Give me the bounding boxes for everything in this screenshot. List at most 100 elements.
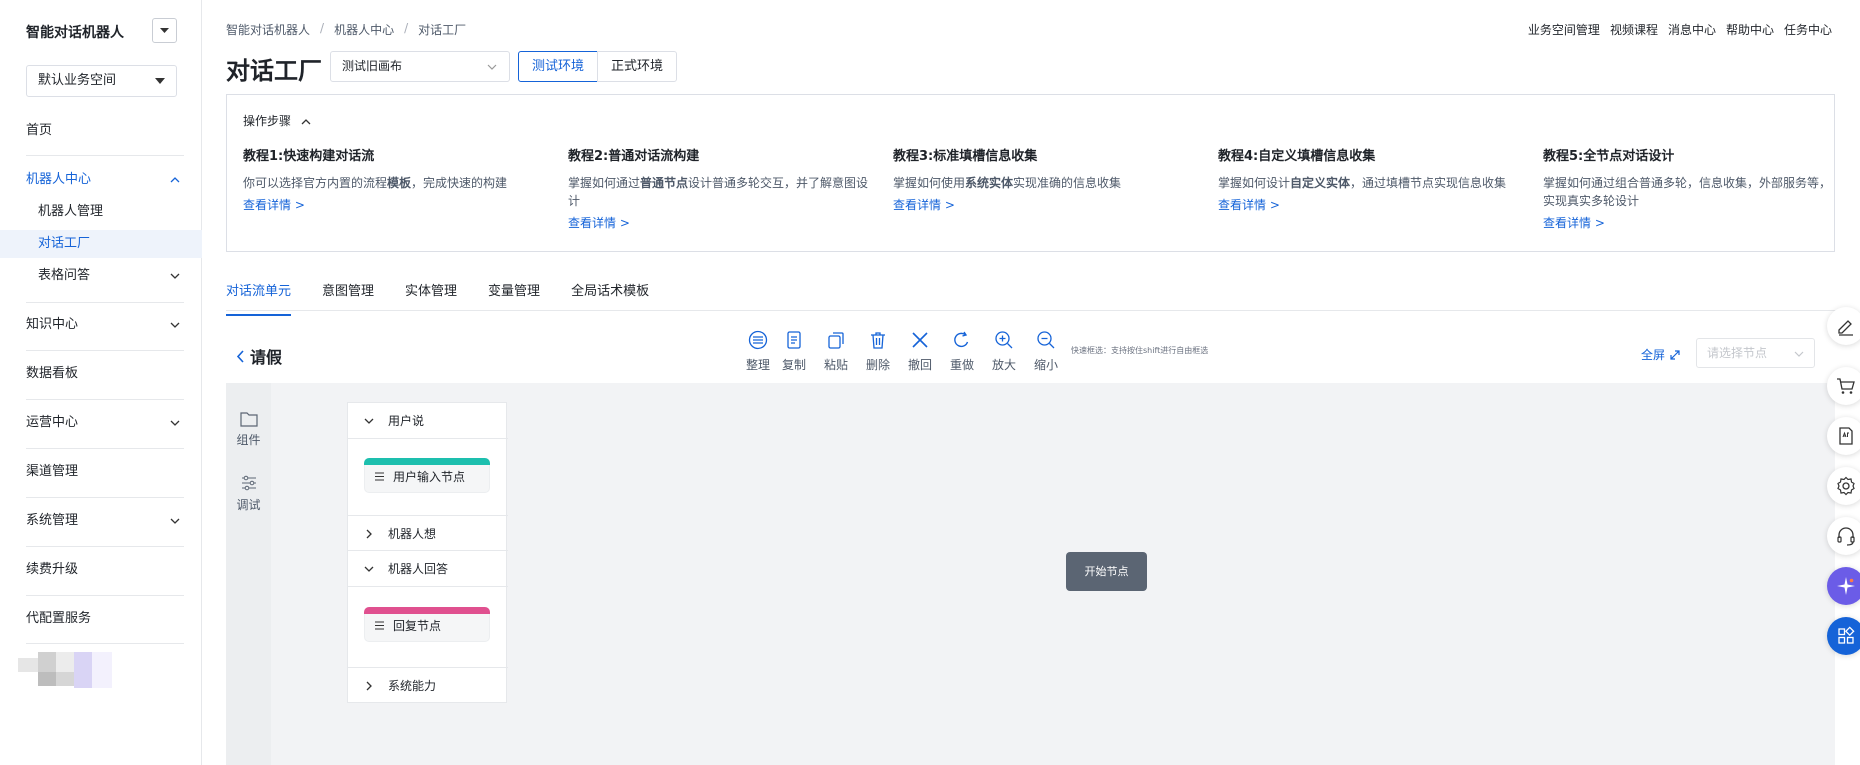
tutorial-card-title: 教程4:自定义填槽信息收集	[1218, 149, 1376, 164]
caret-down-icon	[155, 78, 165, 84]
palette-section-robot-replies[interactable]: 机器人回答	[348, 551, 508, 587]
tutorial-card-desc: 掌握如何设计自定义实体，通过填槽节点实现信息收集	[1218, 176, 1507, 190]
top-link-help[interactable]: 帮助中心	[1726, 21, 1774, 38]
tutorial-card-title: 教程3:标准填槽信息收集	[893, 149, 1038, 164]
sidebar-item-config-service[interactable]: 代配置服务	[0, 605, 202, 633]
chevron-right-icon	[366, 681, 372, 691]
cart-float-button[interactable]	[1827, 367, 1860, 405]
breadcrumb-item: 对话工厂	[418, 23, 467, 37]
redo-button[interactable]: 重做	[944, 327, 980, 373]
chevron-down-icon	[364, 566, 374, 572]
sidebar-item-knowledge[interactable]: 知识中心	[0, 311, 202, 339]
copy-button[interactable]: 复制	[776, 327, 812, 373]
tutorial-card-link[interactable]: 查看详情 >	[1543, 214, 1833, 231]
chevron-down-icon	[364, 418, 374, 424]
tutorial-card-desc: 你可以选择官方内置的流程模板，完成快速的构建	[243, 176, 508, 190]
sidebar-item-renew[interactable]: 续费升级	[0, 556, 202, 584]
breadcrumb-item[interactable]: 机器人中心	[334, 21, 394, 38]
sidebar-collapse-button[interactable]	[152, 18, 177, 43]
sidebar-item-home[interactable]: 首页	[0, 117, 202, 145]
start-node[interactable]: 开始节点	[1066, 552, 1147, 591]
tutorial-card-title: 教程5:全节点对话设计	[1543, 149, 1675, 164]
caret-down-icon	[160, 28, 169, 33]
delete-button[interactable]: 删除	[860, 327, 896, 373]
tutorial-card-link[interactable]: 查看详情 >	[568, 214, 878, 231]
tutorial-card-link[interactable]: 查看详情 >	[893, 196, 1203, 213]
component-tool[interactable]: 组件	[226, 411, 271, 448]
sidebar-item-table-qa[interactable]: 表格问答	[0, 262, 202, 290]
top-link-workspace[interactable]: 业务空间管理	[1528, 21, 1600, 38]
top-link-video[interactable]: 视频课程	[1610, 21, 1658, 38]
avatar	[18, 652, 118, 688]
undo-button[interactable]: 撤回	[902, 327, 938, 373]
sidebar-item-dashboard[interactable]: 数据看板	[0, 360, 202, 388]
ai-assistant-float-button[interactable]	[1827, 567, 1860, 605]
api-doc-icon	[1839, 427, 1853, 445]
node-select[interactable]: 请选择节点	[1696, 338, 1815, 368]
app-title: 智能对话机器人	[26, 25, 124, 41]
canvas-select-value: 测试旧画布	[342, 59, 403, 73]
settings-float-button[interactable]	[1827, 467, 1860, 505]
redo-icon	[954, 331, 969, 348]
sidebar-item-operations[interactable]: 运营中心	[0, 409, 202, 437]
paste-button[interactable]: 粘贴	[818, 327, 854, 373]
quick-select-hint: 快速框选：支持按住shift进行自由框选	[1071, 346, 1209, 355]
tutorial-heading: 操作步骤	[243, 114, 292, 128]
top-link-messages[interactable]: 消息中心	[1668, 21, 1716, 38]
workspace-select[interactable]: 默认业务空间	[26, 65, 177, 97]
apps-float-button[interactable]	[1827, 617, 1860, 655]
tutorial-card-link[interactable]: 查看详情 >	[243, 196, 553, 213]
palette-section-user-says[interactable]: 用户说	[348, 403, 508, 439]
zoom-out-button[interactable]: 缩小	[1028, 327, 1064, 373]
zoom-in-icon	[995, 331, 1013, 349]
chevron-down-icon	[487, 64, 497, 70]
sidebar: 智能对话机器人 默认业务空间 首页 机器人中心 机器人管理 对话工厂 表格问答 …	[0, 0, 202, 765]
organize-button[interactable]: 整理	[740, 327, 776, 373]
tutorial-card-title: 教程1:快速构建对话流	[243, 149, 375, 164]
node-palette: 用户说 用户输入节点 机器人想 机器人回答 回复节点 系统能力	[347, 402, 508, 703]
folder-icon	[239, 412, 258, 427]
chevron-down-icon	[170, 420, 180, 426]
tutorial-card: 教程2:普通对话流构建 掌握如何通过普通节点设计普通多轮交互，并了解意图设计 查…	[568, 145, 878, 231]
fullscreen-button[interactable]: 全屏	[1641, 346, 1680, 363]
user-input-node[interactable]: 用户输入节点	[364, 458, 490, 493]
canvas-select[interactable]: 测试旧画布	[330, 51, 510, 82]
env-test-button[interactable]: 测试环境	[518, 51, 598, 82]
env-prod-button[interactable]: 正式环境	[597, 51, 677, 82]
tutorial-card-link[interactable]: 查看详情 >	[1218, 196, 1528, 213]
flow-toolbar: 整理 复制 粘贴 删除 撤回 重做 放大 缩小 快速框选：支持按住shift进行…	[740, 327, 1210, 383]
chevron-down-icon	[170, 273, 180, 279]
tutorial-toggle[interactable]: 操作步骤	[243, 112, 311, 129]
palette-section-system-ability[interactable]: 系统能力	[348, 667, 508, 703]
sidebar-item-dialog-factory[interactable]: 对话工厂	[0, 230, 202, 258]
chevron-down-icon	[170, 518, 180, 524]
copy-icon	[787, 331, 801, 349]
sidebar-item-system[interactable]: 系统管理	[0, 507, 202, 535]
sidebar-item-robot-manage[interactable]: 机器人管理	[0, 198, 202, 226]
api-float-button[interactable]	[1827, 417, 1860, 455]
chevron-down-icon	[1794, 351, 1804, 357]
paste-icon	[828, 332, 844, 349]
sidebar-item-channels[interactable]: 渠道管理	[0, 458, 202, 486]
expand-icon	[1670, 349, 1680, 360]
breadcrumb-item[interactable]: 智能对话机器人	[226, 21, 310, 38]
flow-back-button[interactable]: 请假	[236, 344, 282, 368]
drag-handle-icon	[375, 621, 384, 630]
tutorial-card-desc: 掌握如何通过普通节点设计普通多轮交互，并了解意图设计	[568, 176, 869, 208]
palette-section-robot-thinks[interactable]: 机器人想	[348, 515, 508, 551]
edit-float-button[interactable]	[1827, 307, 1860, 345]
tutorial-card-desc: 掌握如何使用系统实体实现准确的信息收集	[893, 176, 1122, 190]
page-title: 对话工厂	[226, 57, 322, 85]
workspace-select-value: 默认业务空间	[38, 73, 117, 88]
reply-node[interactable]: 回复节点	[364, 607, 490, 642]
support-float-button[interactable]	[1827, 517, 1860, 555]
gear-icon	[1837, 476, 1855, 496]
flow-name: 请假	[250, 348, 283, 367]
tutorial-card: 教程3:标准填槽信息收集 掌握如何使用系统实体实现准确的信息收集 查看详情 >	[893, 145, 1203, 213]
top-link-tasks[interactable]: 任务中心	[1784, 21, 1832, 38]
delete-icon	[871, 332, 885, 349]
sidebar-item-robot-center[interactable]: 机器人中心	[0, 166, 202, 194]
debug-tool[interactable]: 调试	[226, 474, 271, 513]
zoom-in-button[interactable]: 放大	[986, 327, 1022, 373]
zoom-out-icon	[1037, 331, 1055, 349]
